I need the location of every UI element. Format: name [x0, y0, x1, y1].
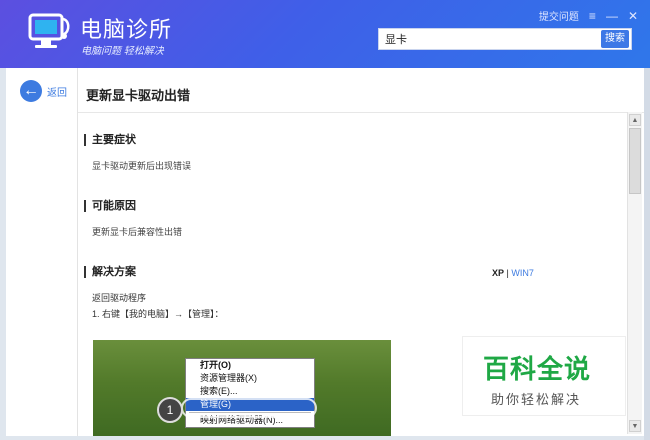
scroll-thumb[interactable]	[629, 128, 641, 194]
search-input[interactable]	[379, 29, 613, 49]
menu-item-explorer: 资源管理器(X)	[200, 373, 257, 383]
search-button[interactable]: 搜索	[601, 30, 629, 48]
highlight-ring	[181, 398, 317, 418]
os-separator: |	[506, 268, 509, 278]
search-box: 搜索	[378, 28, 632, 50]
step-marker: 1	[157, 397, 183, 423]
app-title: 电脑诊所	[80, 17, 173, 42]
back-label: 返回	[47, 87, 67, 99]
section-body-causes: 更新显卡后兼容性出错	[92, 227, 183, 237]
scroll-down-icon[interactable]: ▼	[629, 420, 641, 432]
scrollbar[interactable]: ▲ ▼	[627, 112, 642, 434]
watermark: 百科全说 助你轻松解决	[462, 336, 626, 416]
step-1-text: 1. 右键【我的电脑】→【管理】：	[92, 309, 224, 319]
app-subtitle: 电脑问题 轻松解决	[81, 46, 164, 57]
section-title-causes: 可能原因	[84, 200, 136, 212]
tutorial-screenshot: 打开(O) 资源管理器(X) 搜索(E)... 管理(G) 映射网络驱动器(N)…	[93, 340, 391, 436]
back-button[interactable]: ← 返回	[20, 80, 67, 102]
title-bar: 电脑诊所 电脑问题 轻松解决 提交问题 ≡ — ✕ 搜索	[0, 0, 650, 68]
section-title-symptoms: 主要症状	[84, 134, 136, 146]
window-edge	[644, 68, 650, 440]
divider-vertical	[77, 68, 78, 436]
menu-item-open: 打开(O)	[200, 360, 231, 370]
minimize-icon[interactable]: —	[606, 10, 618, 22]
step-title: 返回驱动程序	[92, 293, 147, 303]
arrow-left-icon: ←	[20, 80, 42, 102]
page-title: 更新显卡驱动出错	[86, 88, 191, 103]
watermark-subtitle: 助你轻松解决	[491, 392, 582, 407]
scroll-up-icon[interactable]: ▲	[629, 114, 641, 126]
menu-item-search: 搜索(E)...	[200, 386, 238, 396]
divider-horizontal	[78, 112, 644, 113]
os-win7-tab[interactable]: WIN7	[511, 268, 534, 278]
os-selector: XP | WIN7	[492, 268, 534, 278]
monitor-stethoscope-icon	[28, 13, 70, 48]
feedback-link[interactable]: 提交问题	[539, 8, 579, 23]
window-controls: 提交问题 ≡ — ✕	[539, 8, 638, 24]
watermark-title: 百科全说	[483, 354, 592, 384]
os-xp-tab[interactable]: XP	[492, 268, 504, 278]
close-icon[interactable]: ✕	[628, 10, 638, 22]
section-body-symptoms: 显卡驱动更新后出现错误	[92, 161, 192, 171]
section-title-solution: 解决方案	[84, 266, 136, 278]
menu-icon[interactable]: ≡	[589, 10, 596, 22]
